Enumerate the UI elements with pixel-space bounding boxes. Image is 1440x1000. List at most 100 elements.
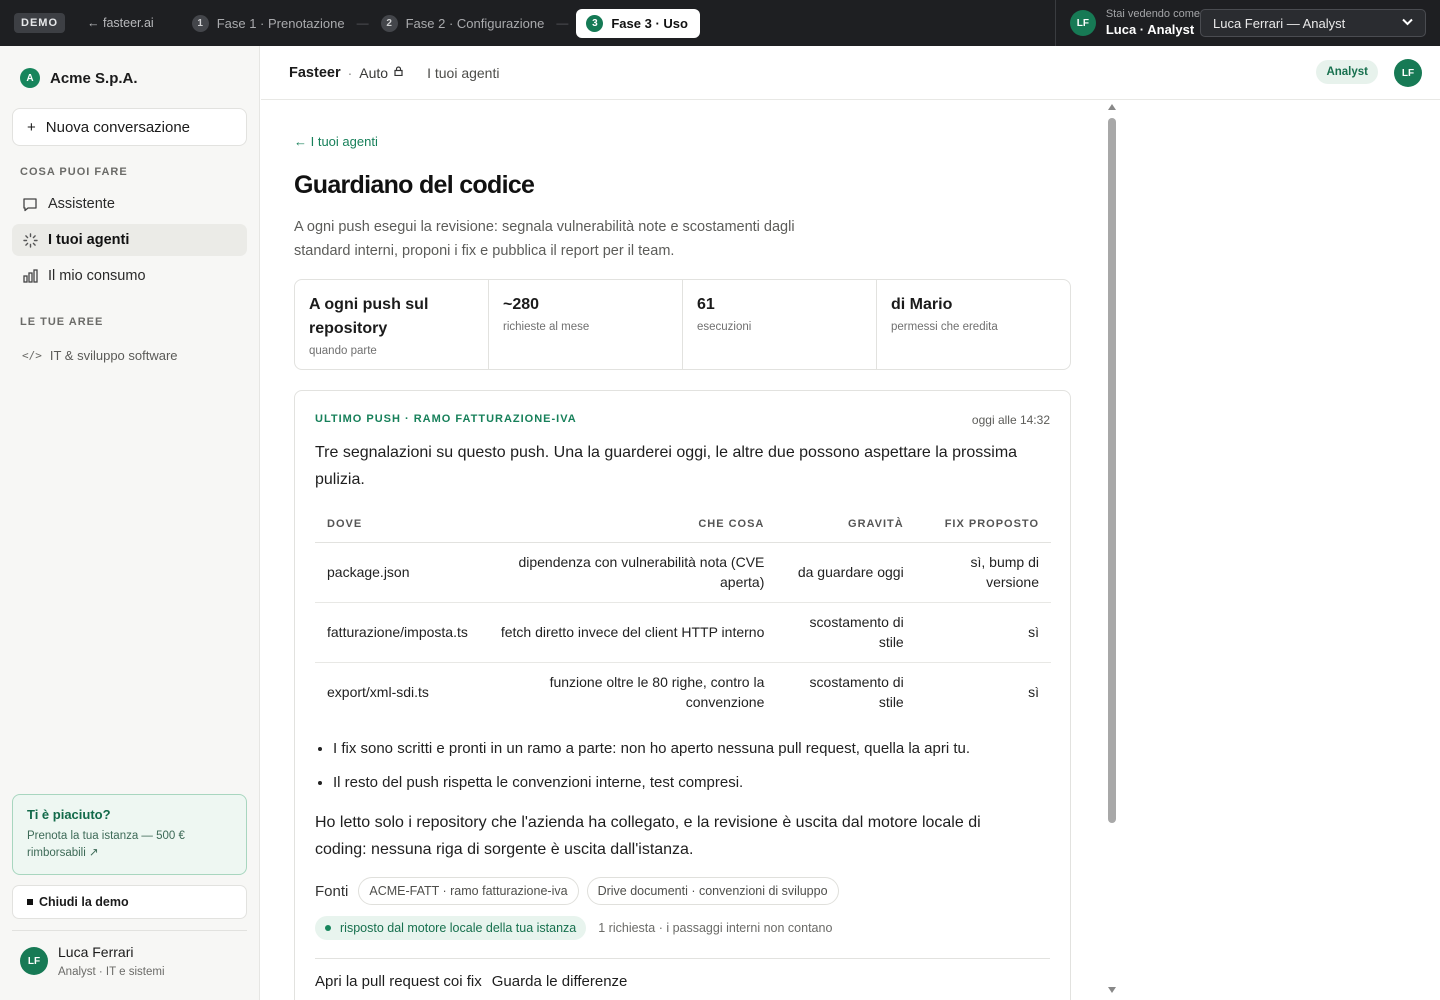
org-logo: A: [20, 68, 40, 88]
stat-label: quando parte: [309, 345, 377, 357]
table-row: export/xml-sdi.ts funzione oltre le 80 r…: [315, 663, 1051, 723]
stat-label: esecuzioni: [697, 321, 752, 333]
sources: Fonti ACME-FATT · ramo fatturazione-iva …: [315, 877, 847, 905]
agent-detail: ← I tuoi agenti Guardiano del codice A o…: [261, 101, 1116, 1000]
report-note: Ho letto solo i repository che l'azienda…: [315, 814, 981, 858]
table-cell: da guardare oggi: [776, 542, 916, 603]
step-3[interactable]: 3 Fase 3 · Uso: [576, 8, 700, 38]
table-header-row: DOVE CHE COSA GRAVITÀ FIX PROPOSTO: [315, 502, 1051, 543]
lock-icon: [394, 66, 403, 79]
scrollbar-thumb[interactable]: [1108, 118, 1116, 823]
agent-spinner-icon: [22, 232, 38, 248]
agent-stats: A ogni push sul repository quando parte …: [294, 279, 1071, 370]
report-bullets: I fix sono scritti e pronti in un ramo a…: [333, 739, 1053, 807]
sidebar-item-label: Assistente: [48, 196, 115, 212]
section-areas-label: LE TUE AREE: [20, 316, 104, 328]
close-demo-button[interactable]: Chiudi la demo: [12, 885, 247, 919]
demo-steps: 1 Fase 1 · Prenotazione — 2 Fase 2 · Con…: [188, 8, 700, 38]
step-separator: —: [556, 16, 569, 30]
card-divider: [315, 958, 1050, 959]
chevron-down-icon: [1402, 17, 1413, 29]
viewing-user: Luca · Analyst: [1105, 21, 1195, 37]
brand-name: Fasteer: [289, 64, 341, 81]
step-number: 2: [380, 14, 398, 32]
current-user[interactable]: LF Luca Ferrari Analyst · IT e sistemi: [20, 944, 165, 978]
last-push-report: ULTIMO PUSH · RAMO FATTURAZIONE-IVA oggi…: [294, 390, 1071, 1000]
avatar[interactable]: LF: [1394, 59, 1422, 87]
mode-label: Auto: [359, 64, 389, 81]
header-agents-link[interactable]: I tuoi agenti: [427, 65, 499, 81]
sidebar-area-it[interactable]: </> IT & sviluppo software: [12, 340, 247, 370]
role-badge: Analyst: [1316, 60, 1378, 84]
engine-badge-label: risposto dal motore locale della tua ist…: [340, 921, 577, 935]
stat-label: permessi che eredita: [891, 321, 998, 333]
stat-value: ~280: [503, 296, 540, 313]
sidebar-item-consumo[interactable]: Il mio consumo: [12, 260, 247, 292]
sidebar-item-agenti[interactable]: I tuoi agenti: [12, 224, 247, 256]
view-diff-button[interactable]: Guarda le differenze: [492, 973, 628, 990]
user-role: Analyst · IT e sistemi: [58, 966, 165, 978]
new-conversation-button[interactable]: + Nuova conversazione: [12, 108, 247, 146]
step-label: Fase 2 · Configurazione: [405, 15, 545, 31]
step-1[interactable]: 1 Fase 1 · Prenotazione: [188, 14, 349, 32]
table-cell: fetch diretto invece del client HTTP int…: [479, 602, 777, 663]
table-cell: fatturazione/imposta.ts: [315, 602, 480, 663]
chat-bubble-icon: [22, 197, 38, 212]
table-cell: sì: [915, 602, 1051, 663]
report-lead: Tre segnalazioni su questo push. Una la …: [315, 444, 1018, 488]
plus-icon: +: [27, 118, 36, 136]
viewing-as: LF Stai vedendo come Luca · Analyst: [1054, 0, 1200, 46]
sidebar-item-assistente[interactable]: Assistente: [12, 188, 247, 220]
source-chip[interactable]: Drive documenti · convenzioni di svilupp…: [586, 877, 839, 905]
back-to-agents-link[interactable]: ← I tuoi agenti: [294, 134, 378, 149]
area-label: IT & sviluppo software: [49, 347, 178, 363]
demo-badge: DEMO: [14, 13, 65, 33]
findings-table: DOVE CHE COSA GRAVITÀ FIX PROPOSTO packa…: [315, 502, 1051, 722]
back-to-site-link[interactable]: ← fasteer.ai: [87, 16, 154, 30]
demo-topbar: DEMO ← fasteer.ai 1 Fase 1 · Prenotazion…: [0, 0, 1440, 46]
report-label: ULTIMO PUSH · RAMO FATTURAZIONE-IVA: [315, 413, 577, 425]
list-item: Il resto del push rispetta le convenzion…: [333, 773, 1053, 793]
open-pull-request-button[interactable]: Apri la pull request coi fix: [315, 973, 482, 990]
stat-label: richieste al mese: [503, 321, 590, 333]
org-header: A Acme S.p.A.: [0, 46, 259, 88]
section-what-label: COSA PUOI FARE: [20, 166, 128, 178]
table-row: fatturazione/imposta.ts fetch diretto in…: [315, 602, 1051, 663]
sources-label: Fonti: [315, 882, 349, 900]
step-number: 3: [586, 14, 604, 32]
sidebar-divider: [12, 930, 247, 931]
sidebar-item-label: I tuoi agenti: [48, 232, 130, 248]
table-cell: dipendenza con vulnerabilità nota (CVE a…: [479, 542, 777, 603]
engine-note: 1 richiesta · i passaggi interni non con…: [598, 921, 833, 935]
stat-runs: 61 esecuzioni: [683, 280, 877, 369]
source-chip[interactable]: ACME-FATT · ramo fatturazione-iva: [358, 877, 579, 905]
table-row: package.json dipendenza con vulnerabilit…: [315, 542, 1051, 603]
scroll-down-arrow-icon[interactable]: [1108, 987, 1116, 993]
list-item: I fix sono scritti e pronti in un ramo a…: [333, 739, 1053, 759]
main-header: Fasteer · Auto I tuoi agenti Analyst LF: [261, 46, 1440, 100]
report-actions: Apri la pull request coi fix Guarda le d…: [315, 973, 637, 990]
status-dot-icon: [325, 925, 331, 931]
step-number: 1: [191, 14, 209, 32]
bar-chart-icon: [22, 269, 38, 283]
code-icon: </>: [22, 348, 42, 362]
stat-permissions: di Mario permessi che eredita: [877, 280, 1070, 369]
step-label: Fase 3 · Uso: [611, 15, 688, 31]
stat-value: A ogni push sul repository: [309, 296, 429, 337]
sidebar: A Acme S.p.A. + Nuova conversazione COSA…: [0, 46, 260, 1000]
stat-requests: ~280 richieste al mese: [489, 280, 683, 369]
agent-description: A ogni push esegui la revisione: segnala…: [294, 219, 795, 259]
step-separator: —: [356, 16, 369, 30]
table-cell: package.json: [315, 542, 480, 603]
scroll-up-arrow-icon[interactable]: [1108, 104, 1116, 110]
user-select[interactable]: Luca Ferrari — Analyst: [1200, 9, 1426, 37]
promo-card[interactable]: Ti è piaciuto? Prenota la tua istanza — …: [12, 794, 247, 875]
avatar: LF: [20, 947, 48, 975]
promo-title: Ti è piaciuto?: [27, 807, 111, 822]
stat-trigger: A ogni push sul repository quando parte: [295, 280, 489, 369]
user-select-value: Luca Ferrari — Analyst: [1213, 15, 1346, 31]
table-cell: sì, bump di versione: [915, 542, 1051, 603]
column-header: CHE COSA: [479, 502, 777, 543]
column-header: DOVE: [315, 502, 480, 543]
step-2[interactable]: 2 Fase 2 · Configurazione: [377, 14, 549, 32]
